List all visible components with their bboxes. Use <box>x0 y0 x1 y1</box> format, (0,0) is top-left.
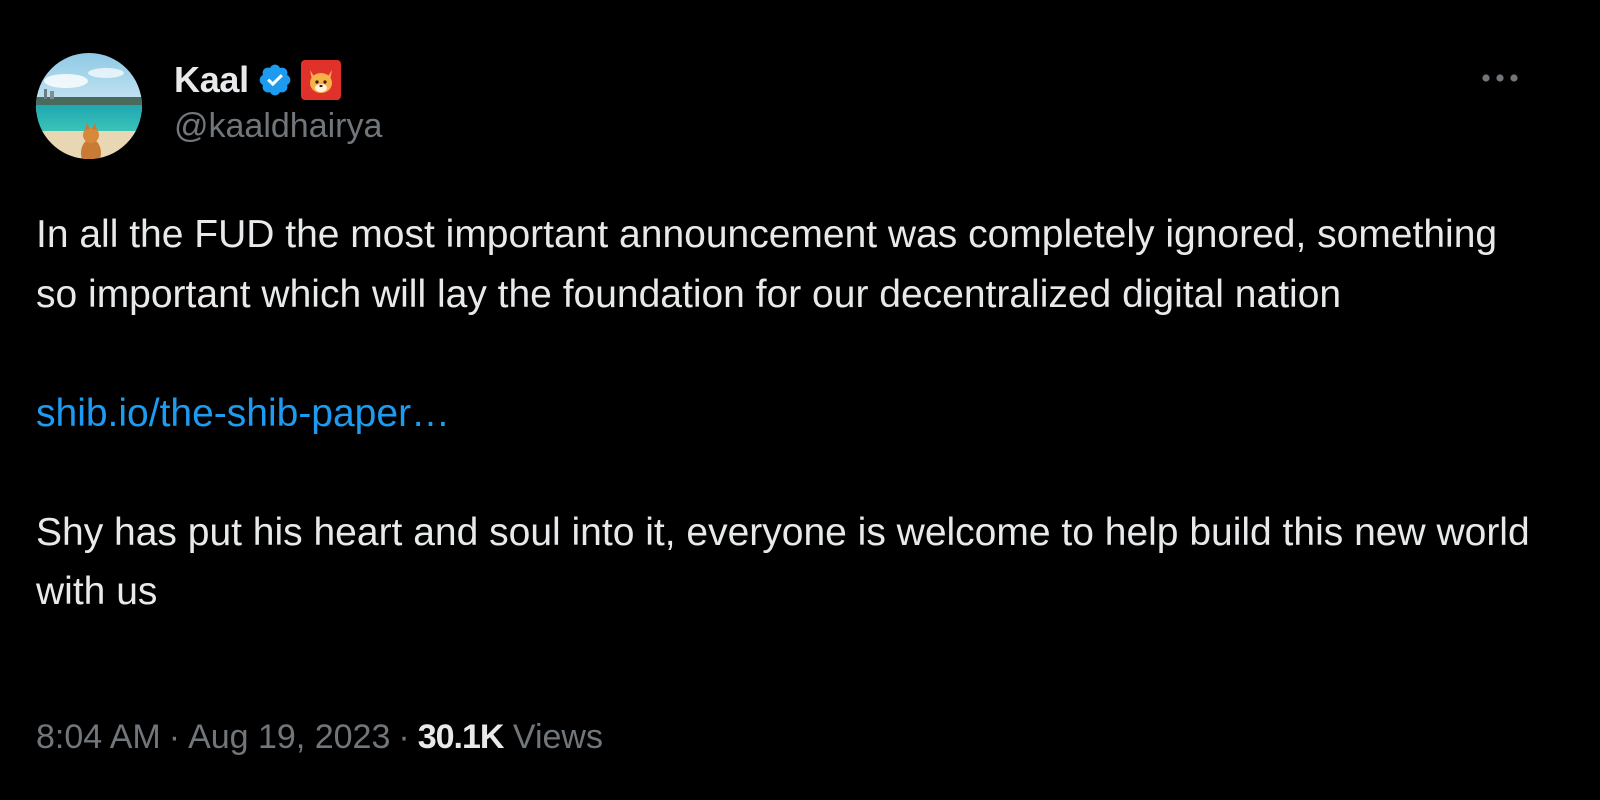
meta-separator: · <box>398 718 410 756</box>
avatar-image <box>36 53 142 159</box>
author-avatar[interactable] <box>36 53 142 159</box>
verified-badge-icon[interactable] <box>257 62 293 98</box>
tweet-date[interactable]: Aug 19, 2023 <box>188 718 390 756</box>
meta-separator: · <box>168 718 181 756</box>
views-label: Views <box>512 718 603 756</box>
views-count[interactable]: 30.1K <box>418 718 505 756</box>
tweet-time[interactable]: 8:04 AM <box>36 718 161 756</box>
tweet-meta: 8:04 AM · Aug 19, 2023 · 30.1K Views <box>36 718 603 757</box>
tweet-card: Kaal @kaaldhairya In all the FUD the mos… <box>0 0 1600 800</box>
tweet-paragraph-2: Shy has put his heart and soul into it, … <box>36 510 1530 614</box>
more-dots-icon <box>1482 74 1518 82</box>
author-handle[interactable]: @kaaldhairya <box>174 107 382 146</box>
tweet-text: In all the FUD the most important announ… <box>36 205 1536 622</box>
author-name-row: Kaal <box>174 58 341 102</box>
shiba-inu-badge-icon[interactable] <box>300 60 341 100</box>
tweet-link[interactable]: shib.io/the-shib-paper… <box>36 392 450 435</box>
author-display-name[interactable]: Kaal <box>174 59 249 101</box>
tweet-paragraph-1: In all the FUD the most important announ… <box>36 213 1498 316</box>
more-options-button[interactable] <box>1470 58 1530 98</box>
